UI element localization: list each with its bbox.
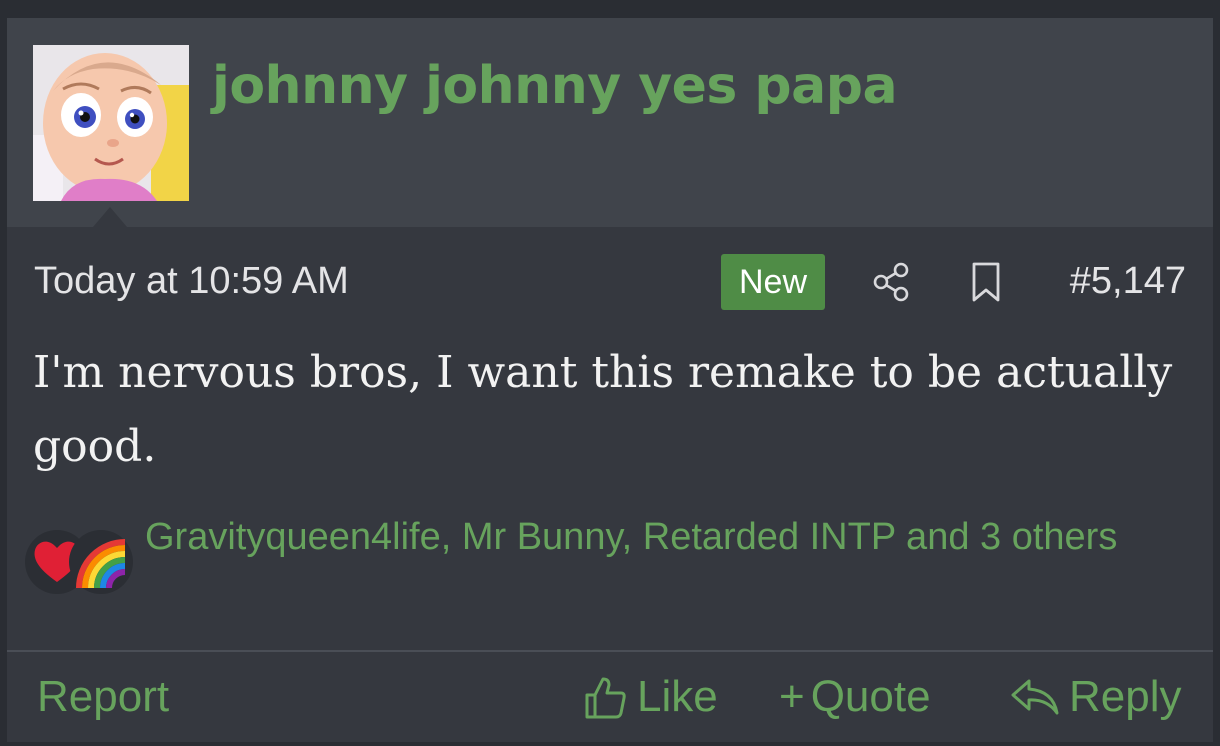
reply-arrow-icon <box>1011 679 1059 715</box>
post-footer: Report Like + Quote Reply <box>7 652 1213 742</box>
like-label: Like <box>637 672 718 721</box>
like-button[interactable]: Like <box>581 672 718 722</box>
reaction-icons[interactable] <box>25 530 135 600</box>
post-timestamp[interactable]: Today at 10:59 AM <box>34 260 349 303</box>
avatar-pointer <box>93 207 127 227</box>
share-icon[interactable] <box>870 260 914 304</box>
username[interactable]: johnny johnny yes papa <box>212 56 898 116</box>
reactors-list[interactable]: Gravityqueen4life, Mr Bunny, Retarded IN… <box>145 508 1155 566</box>
new-badge: New <box>721 254 825 310</box>
report-button[interactable]: Report <box>37 672 169 722</box>
reply-label: Reply <box>1069 672 1182 721</box>
thumbs-up-icon <box>585 677 626 719</box>
quote-button[interactable]: + Quote <box>779 672 931 722</box>
bookmark-icon[interactable] <box>964 260 1008 304</box>
rainbow-icon[interactable] <box>69 530 133 594</box>
post-message: I'm nervous bros, I want this remake to … <box>33 347 1173 472</box>
forum-post: johnny johnny yes papa Today at 10:59 AM… <box>7 18 1213 742</box>
plus-icon: + <box>779 672 805 721</box>
post-meta: Today at 10:59 AM New #5,147 <box>34 254 1186 310</box>
reply-button[interactable]: Reply <box>1009 672 1182 722</box>
quote-label: Quote <box>810 672 931 721</box>
reactions-bar: Gravityqueen4life, Mr Bunny, Retarded IN… <box>25 508 1185 628</box>
post-header: johnny johnny yes papa <box>7 18 1213 227</box>
avatar[interactable] <box>33 45 189 201</box>
post-number-link[interactable]: #5,147 <box>1070 260 1186 303</box>
